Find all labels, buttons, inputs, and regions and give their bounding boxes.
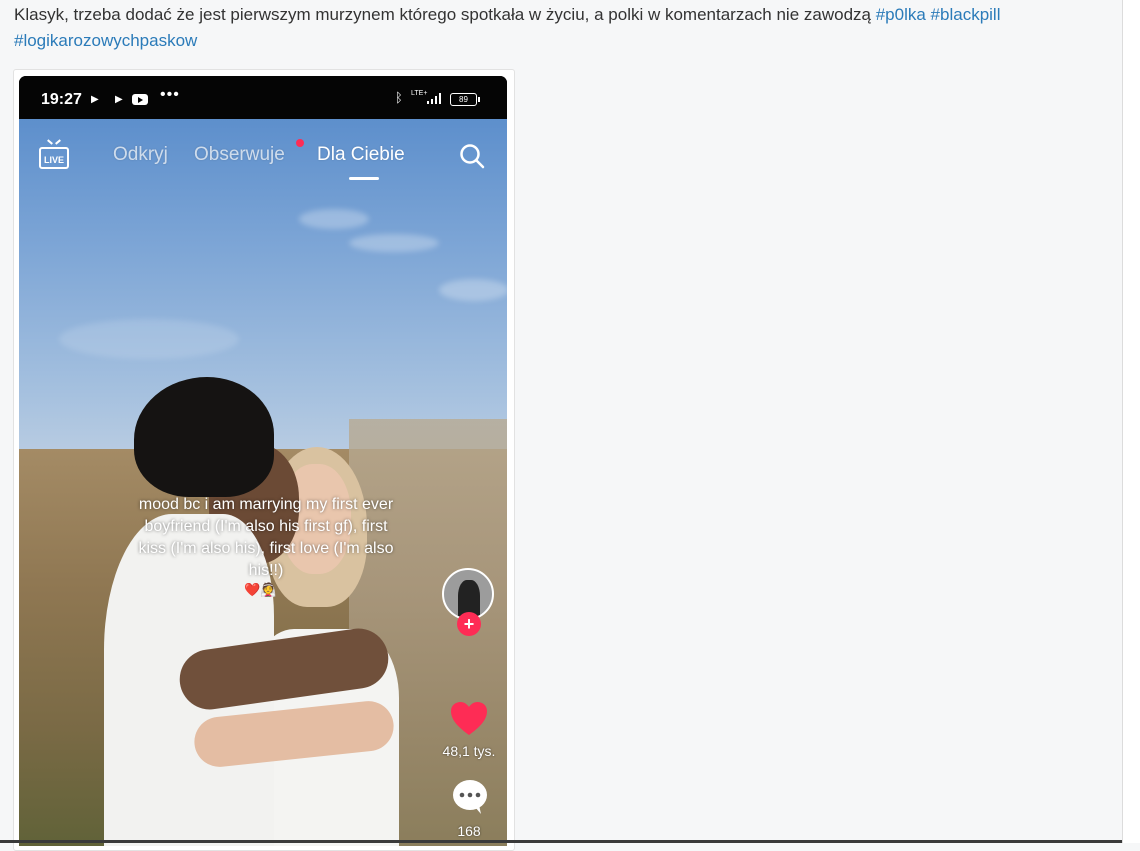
page-scroll-edge [1122, 0, 1140, 843]
comments-count: 168 [457, 823, 481, 839]
caption-line: mood bc i am marrying my first ever [138, 496, 394, 513]
lte-indicator: LTE+ [411, 90, 428, 97]
follow-plus-icon[interactable]: + [457, 612, 481, 636]
bluetooth-icon: ᛒ [395, 90, 403, 105]
caption-line: boyfriend (I'm also his first gf), first [144, 518, 388, 535]
live-icon[interactable]: LIVE [39, 147, 69, 169]
play-icon: ▶ [115, 94, 123, 105]
more-dots: ••• [160, 86, 180, 103]
likes-count: 48,1 tys. [442, 743, 496, 759]
caption-line: his!!) [248, 562, 284, 579]
youtube-icon [132, 94, 148, 105]
hashtag-link[interactable]: #logikarozowychpaskow [14, 31, 197, 50]
post-text: Klasyk, trzeba dodać że jest pierwszym m… [14, 2, 1114, 54]
active-tab-indicator [349, 177, 379, 180]
play-icon: ▶ [91, 94, 99, 105]
heart-icon[interactable] [450, 701, 488, 737]
comment-icon[interactable] [451, 779, 489, 815]
tab-obserwuje[interactable]: Obserwuje [194, 144, 285, 166]
tab-odkryj[interactable]: Odkryj [113, 144, 168, 166]
hashtag-link[interactable]: #blackpill [931, 5, 1001, 24]
phone-status-bar: 19:27 ▶ ▶ ••• ᛒ LTE+ 89 [19, 76, 507, 119]
status-time: 19:27 [41, 91, 82, 108]
post-body: Klasyk, trzeba dodać że jest pierwszym m… [14, 5, 876, 24]
man-hair [134, 377, 274, 497]
tiktok-screenshot[interactable]: 19:27 ▶ ▶ ••• ᛒ LTE+ 89 LIVE Odkryj Obse… [19, 76, 507, 846]
video-caption: mood bc i am marrying my first ever boyf… [111, 494, 421, 582]
tab-dla-ciebie[interactable]: Dla Ciebie [317, 144, 405, 166]
search-icon[interactable] [459, 143, 485, 169]
signal-icon [427, 93, 441, 104]
caption-emoji: ❤️👰 [244, 582, 277, 597]
hashtag-link[interactable]: #p0lka [876, 5, 926, 24]
caption-line: kiss (I'm also his), first love (I'm als… [138, 540, 394, 557]
video-frame[interactable]: LIVE Odkryj Obserwuje Dla Ciebie mood bc… [19, 119, 507, 846]
notification-dot [296, 139, 304, 147]
battery-icon: 89 [450, 93, 480, 106]
